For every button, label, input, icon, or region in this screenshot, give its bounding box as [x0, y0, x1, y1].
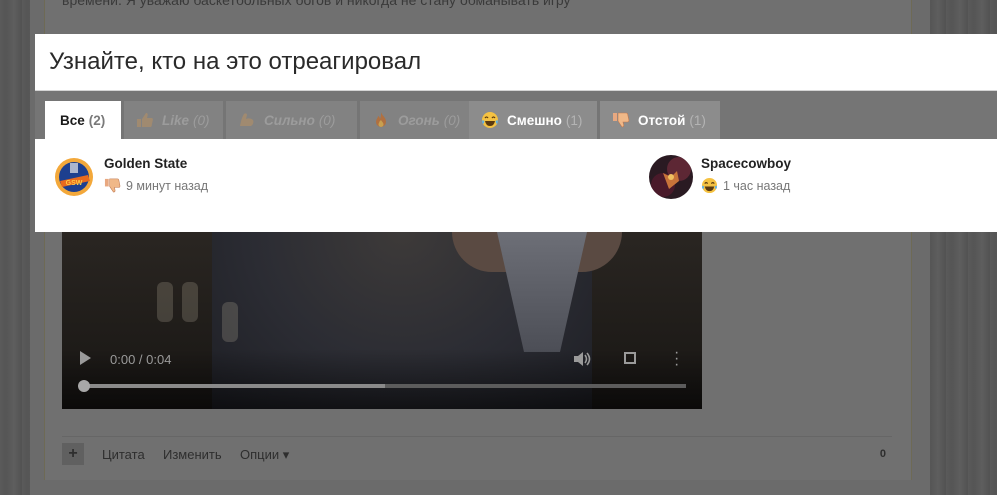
video-player[interactable]: 0:00 / 0:04 · · ·: [62, 232, 702, 409]
tab-count: (1): [689, 112, 706, 128]
tab-label: Отстой: [638, 112, 686, 128]
fire-icon: [372, 111, 390, 129]
tab-count: (0): [318, 112, 336, 128]
more-options-icon[interactable]: · · ·: [674, 345, 682, 373]
tab-count: (2): [88, 112, 106, 128]
reaction-meta: 1 час назад: [701, 177, 790, 194]
video-buffer-bar: [84, 384, 385, 388]
svg-text:GSW: GSW: [66, 180, 83, 187]
thumbs-down-icon: [612, 111, 630, 129]
thumbs-down-icon: [104, 177, 121, 194]
user-name[interactable]: Golden State: [104, 156, 187, 171]
tab-count: (1): [565, 112, 583, 128]
laughing-emoji-icon: [701, 177, 718, 194]
options-dropdown[interactable]: Опции ▾: [240, 447, 289, 463]
tab-fire[interactable]: Огонь (0): [360, 101, 476, 139]
avatar[interactable]: GSW: [52, 155, 96, 199]
tab-label: Все: [60, 112, 85, 128]
tab-funny[interactable]: Смешно (1): [469, 101, 597, 139]
video-frame-glass: [222, 302, 238, 342]
video-scrubber-handle[interactable]: [78, 380, 90, 392]
thumbs-up-icon: [136, 111, 154, 129]
tab-sucks[interactable]: Отстой (1): [600, 101, 720, 139]
tab-like[interactable]: Like (0): [124, 101, 223, 139]
tab-strong[interactable]: Сильно (0): [226, 101, 357, 139]
flexed-biceps-icon: [238, 111, 256, 129]
avatar[interactable]: [649, 155, 693, 199]
tab-count: (0): [193, 112, 210, 128]
laughing-emoji-icon: [481, 111, 499, 129]
reaction-time: 1 час назад: [723, 178, 791, 193]
reaction-meta: 9 минут назад: [104, 177, 208, 194]
edit-link[interactable]: Изменить: [163, 447, 222, 462]
tab-count: (0): [443, 112, 461, 128]
video-frame-glass: [157, 282, 173, 322]
reactions-modal: Узнайте, кто на это отреагировал Все (2)…: [35, 34, 997, 232]
reaction-time: 9 минут назад: [126, 178, 209, 193]
list-item[interactable]: Spacecowboy 1 час назад: [649, 155, 989, 201]
reputation-count: 0: [879, 448, 886, 460]
post-text: времени. Я уважаю баскетбольных богов и …: [62, 0, 576, 8]
video-progress-track[interactable]: [84, 384, 686, 388]
list-item[interactable]: GSW Golden State 9 минут назад: [52, 155, 452, 201]
multiquote-button[interactable]: +: [62, 443, 84, 465]
modal-title: Узнайте, кто на это отреагировал: [49, 48, 422, 75]
tab-all[interactable]: Все (2): [45, 101, 121, 139]
tab-label: Like: [162, 112, 190, 128]
reaction-tabs: Все (2) Like (0) Сильно (0) Огонь (0) См…: [35, 91, 997, 139]
user-name[interactable]: Spacecowboy: [701, 156, 791, 171]
tab-label: Огонь: [398, 112, 440, 128]
tab-label: Сильно: [264, 112, 315, 128]
reaction-list: GSW Golden State 9 минут назад Spacecowb…: [35, 139, 997, 232]
volume-icon[interactable]: [572, 350, 592, 368]
quote-link[interactable]: Цитата: [102, 447, 145, 462]
video-time: 0:00 / 0:04: [110, 352, 172, 367]
modal-header: Узнайте, кто на это отреагировал: [35, 34, 997, 91]
video-frame-glass: [182, 282, 198, 322]
post-divider: [62, 436, 892, 437]
play-icon[interactable]: [80, 351, 91, 365]
fullscreen-icon[interactable]: [624, 352, 636, 364]
tab-label: Смешно: [507, 112, 562, 128]
post-footer: + Цитата Изменить Опции ▾ 0: [62, 443, 892, 466]
